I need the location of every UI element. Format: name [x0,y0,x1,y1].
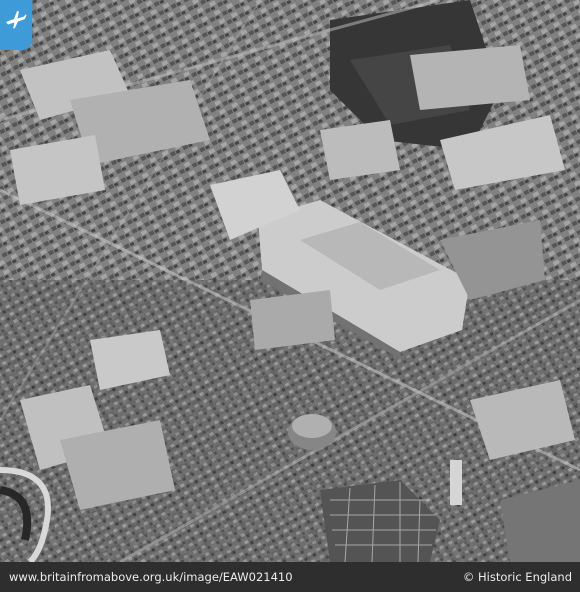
image-url-link[interactable]: www.britainfromabove.org.uk/image/EAW021… [9,562,293,592]
airplane-icon [6,11,27,29]
britain-from-above-badge[interactable] [0,0,32,50]
aerial-photo-viewer: www.britainfromabove.org.uk/image/EAW021… [0,0,580,592]
aerial-photograph [0,0,580,562]
copyright-credit: © Historic England [462,570,572,584]
image-footer: www.britainfromabove.org.uk/image/EAW021… [0,562,580,592]
